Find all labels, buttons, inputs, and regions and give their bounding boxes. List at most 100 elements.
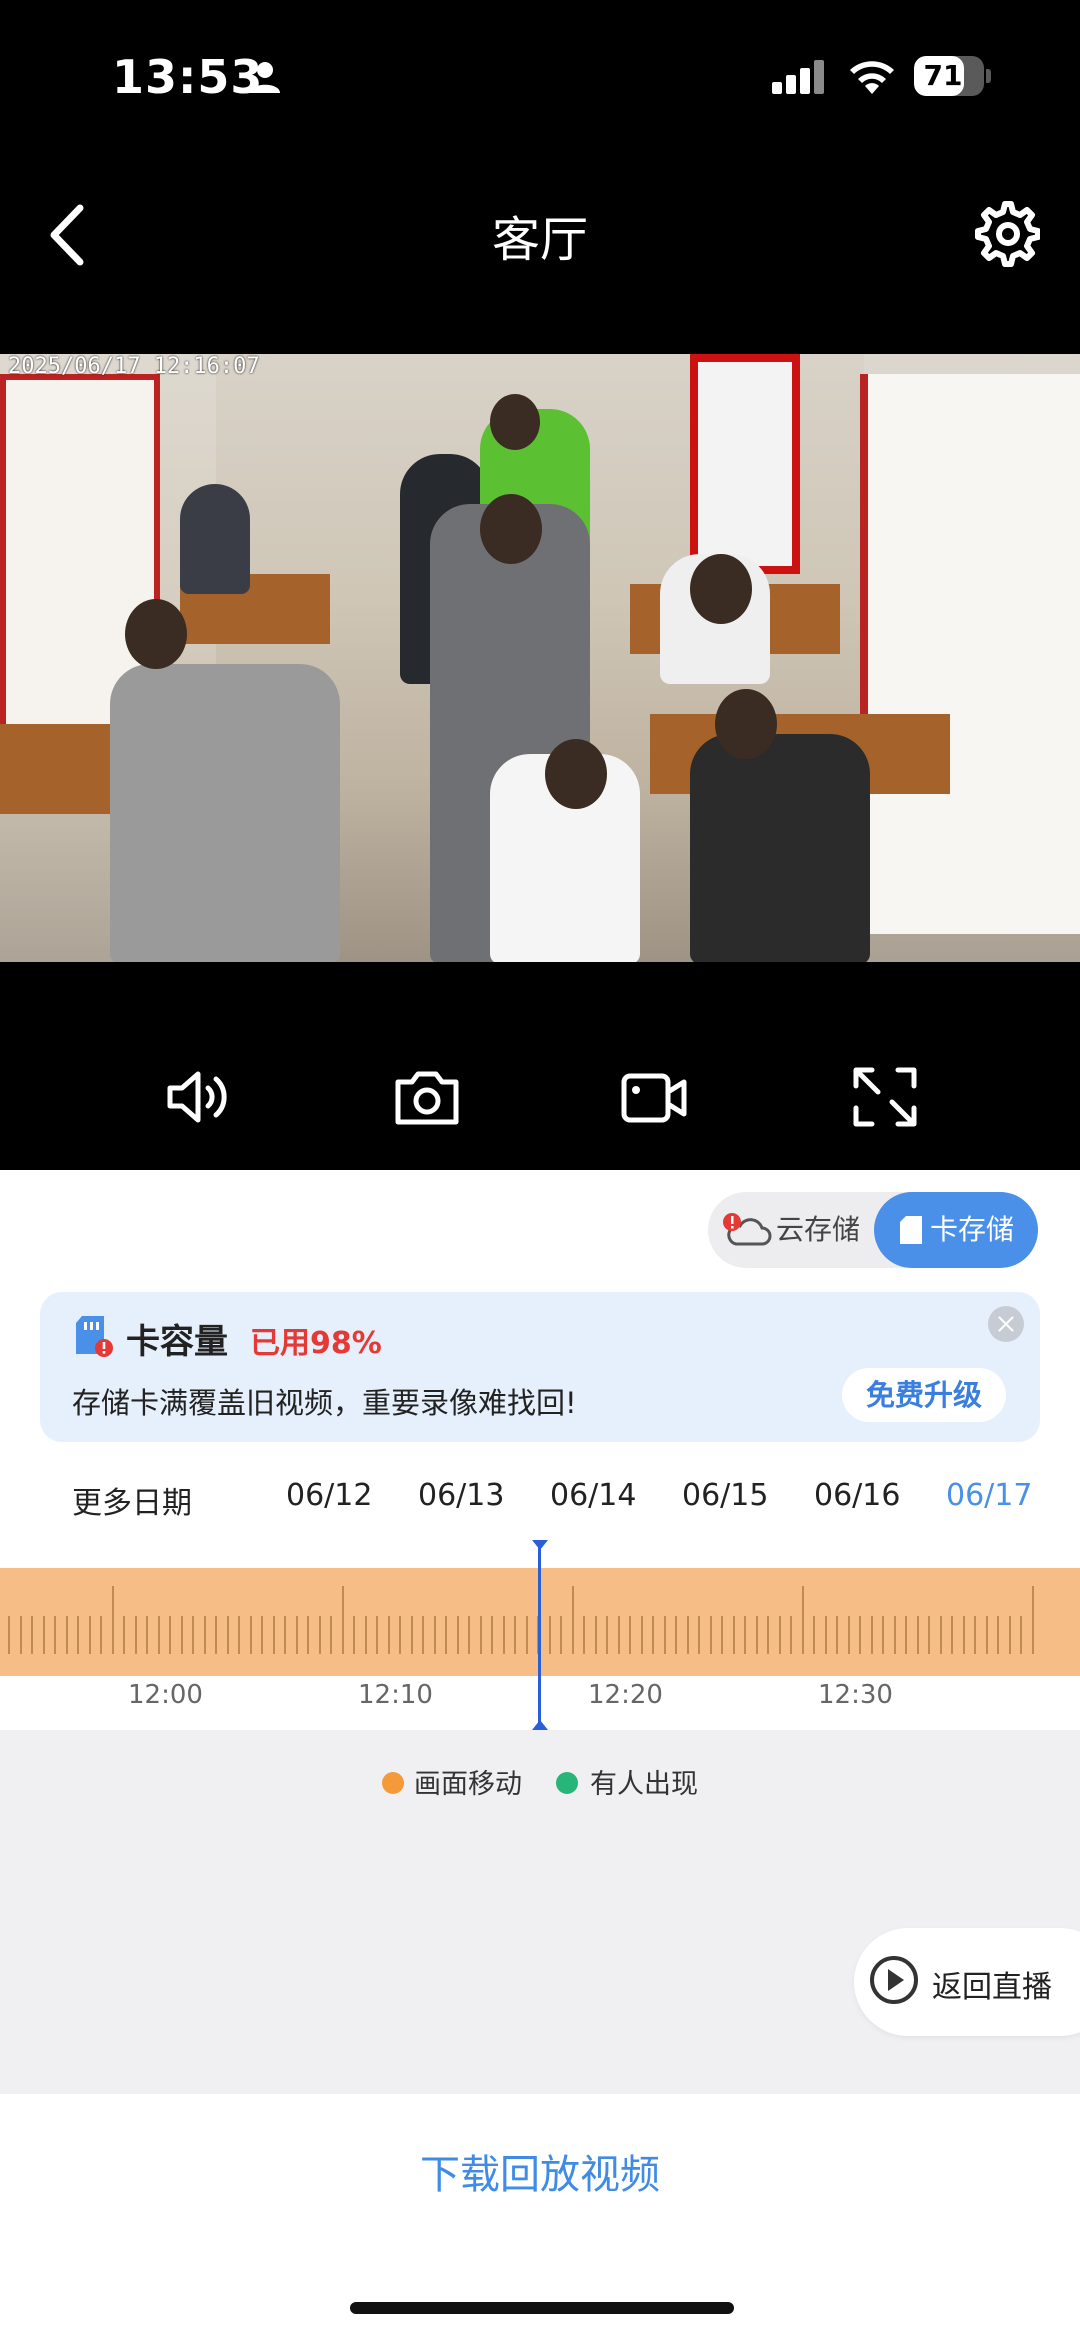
speaker-icon[interactable] — [164, 1066, 234, 1128]
more-dates-button[interactable]: 更多日期 — [72, 1478, 192, 1522]
date-selector: 更多日期 06/12 06/13 06/14 06/15 06/16 06/17 — [0, 1478, 1080, 1528]
tab-cloud-storage[interactable]: 云存储 — [708, 1192, 874, 1268]
notice-title: 卡容量 — [126, 1322, 228, 1362]
timeline-tick — [974, 1616, 976, 1654]
upgrade-button[interactable]: 免费升级 — [842, 1368, 1006, 1422]
fullscreen-icon[interactable] — [850, 1066, 920, 1128]
home-indicator — [350, 2302, 734, 2314]
timeline-tick — [997, 1616, 999, 1654]
timeline-tick — [399, 1616, 401, 1654]
tab-cloud-label: 云存储 — [775, 1213, 860, 1246]
timeline-tick — [1020, 1616, 1022, 1654]
camera-icon[interactable] — [392, 1066, 462, 1128]
timeline-tick — [364, 1616, 367, 1654]
camera-video[interactable]: 2025/06/17 12:16:07 — [0, 354, 1080, 962]
playhead[interactable] — [538, 1540, 541, 1730]
timeline-tick — [744, 1616, 746, 1654]
timeline-tick — [652, 1616, 654, 1654]
timeline-tick — [824, 1616, 827, 1654]
timeline-tick — [525, 1616, 528, 1654]
date-item[interactable]: 06/13 — [418, 1478, 504, 1513]
wall-menu-right — [860, 374, 1080, 934]
person-dot — [556, 1772, 578, 1794]
timeline-tick — [502, 1616, 505, 1654]
play-circle-icon — [870, 1956, 918, 2004]
timeline-tick — [456, 1616, 459, 1654]
timeline-tick — [617, 1616, 620, 1654]
back-to-live-button[interactable]: 返回直播 — [854, 1928, 1080, 2036]
timeline-tick — [77, 1616, 79, 1654]
tab-card-label: 卡存储 — [929, 1213, 1014, 1246]
timeline-tick — [514, 1616, 516, 1654]
capacity-notice: 卡容量 已用98% 存储卡满覆盖旧视频，重要录像难找回! 免费升级 — [40, 1292, 1040, 1442]
sd-card-warning-icon — [76, 1316, 113, 1357]
sd-card-icon — [900, 1216, 922, 1244]
timeline-tick — [985, 1616, 988, 1654]
cloud-alert-icon — [723, 1213, 772, 1246]
timeline-tick — [893, 1616, 896, 1654]
timeline-tick — [847, 1616, 850, 1654]
timeline-tick — [1008, 1616, 1011, 1654]
date-item[interactable]: 06/16 — [814, 1478, 900, 1513]
timeline-tick — [54, 1616, 56, 1654]
timeline-tick — [65, 1616, 68, 1654]
timeline-tick — [721, 1616, 723, 1654]
timeline-tick — [594, 1616, 597, 1654]
download-playback-button[interactable]: 下载回放视频 — [0, 2142, 1080, 2200]
motion-dot — [382, 1772, 404, 1794]
battery-indicator: 71 — [914, 56, 991, 96]
timeline-tick — [180, 1616, 183, 1654]
timeline-tick — [134, 1616, 137, 1654]
timeline-tick — [606, 1616, 608, 1654]
timeline-tick — [8, 1616, 10, 1654]
video-timestamp: 2025/06/17 12:16:07 — [8, 354, 260, 379]
date-item[interactable]: 06/15 — [682, 1478, 768, 1513]
timeline-tick — [698, 1616, 700, 1654]
timeline-tick — [203, 1616, 206, 1654]
timeline-tick — [663, 1616, 666, 1654]
timeline-label: 12:20 — [588, 1680, 663, 1710]
timeline-tick — [755, 1616, 758, 1654]
close-icon[interactable] — [988, 1306, 1024, 1342]
timeline-tick — [169, 1616, 171, 1654]
drinks-fridge — [690, 354, 800, 574]
record-video-icon[interactable] — [620, 1066, 690, 1128]
timeline-tick — [813, 1616, 815, 1654]
legend-person: 有人出现 — [590, 1769, 698, 1800]
timeline-label: 12:30 — [818, 1680, 893, 1710]
date-item[interactable]: 06/12 — [286, 1478, 372, 1513]
timeline-tick — [951, 1616, 953, 1654]
event-legend: 画面移动 有人出现 — [0, 1762, 1080, 1802]
timeline-tick — [629, 1616, 631, 1654]
timeline-tick — [686, 1616, 689, 1654]
timeline-tick — [307, 1616, 309, 1654]
signal-icon — [772, 60, 824, 94]
timeline-tick — [157, 1616, 160, 1654]
timeline-tick — [330, 1616, 332, 1654]
timeline-tick — [479, 1616, 482, 1654]
date-item-selected[interactable]: 06/17 — [946, 1478, 1032, 1513]
timeline-tick — [491, 1616, 493, 1654]
wifi-icon — [850, 61, 894, 94]
timeline-tick — [100, 1616, 102, 1654]
timeline-tick — [928, 1616, 930, 1654]
back-to-live-label: 返回直播 — [932, 1970, 1052, 2005]
timeline-tick — [445, 1616, 447, 1654]
timeline-tick — [709, 1616, 712, 1654]
timeline-tick — [939, 1616, 942, 1654]
timeline-tick — [767, 1616, 769, 1654]
timeline-tick — [583, 1616, 585, 1654]
timeline-tick — [249, 1616, 252, 1654]
capacity-used: 已用98% — [250, 1326, 382, 1361]
timeline-tick — [146, 1616, 148, 1654]
date-item[interactable]: 06/14 — [550, 1478, 636, 1513]
timeline-tick — [962, 1616, 965, 1654]
timeline-label: 12:10 — [358, 1680, 433, 1710]
timeline-tick — [560, 1616, 562, 1654]
timeline-tick — [468, 1616, 470, 1654]
timeline-tick — [571, 1586, 574, 1654]
timeline-tick — [548, 1616, 551, 1654]
tab-card-storage[interactable]: 卡存储 — [874, 1192, 1038, 1268]
gear-icon[interactable] — [970, 198, 1040, 268]
timeline-tick — [261, 1616, 263, 1654]
